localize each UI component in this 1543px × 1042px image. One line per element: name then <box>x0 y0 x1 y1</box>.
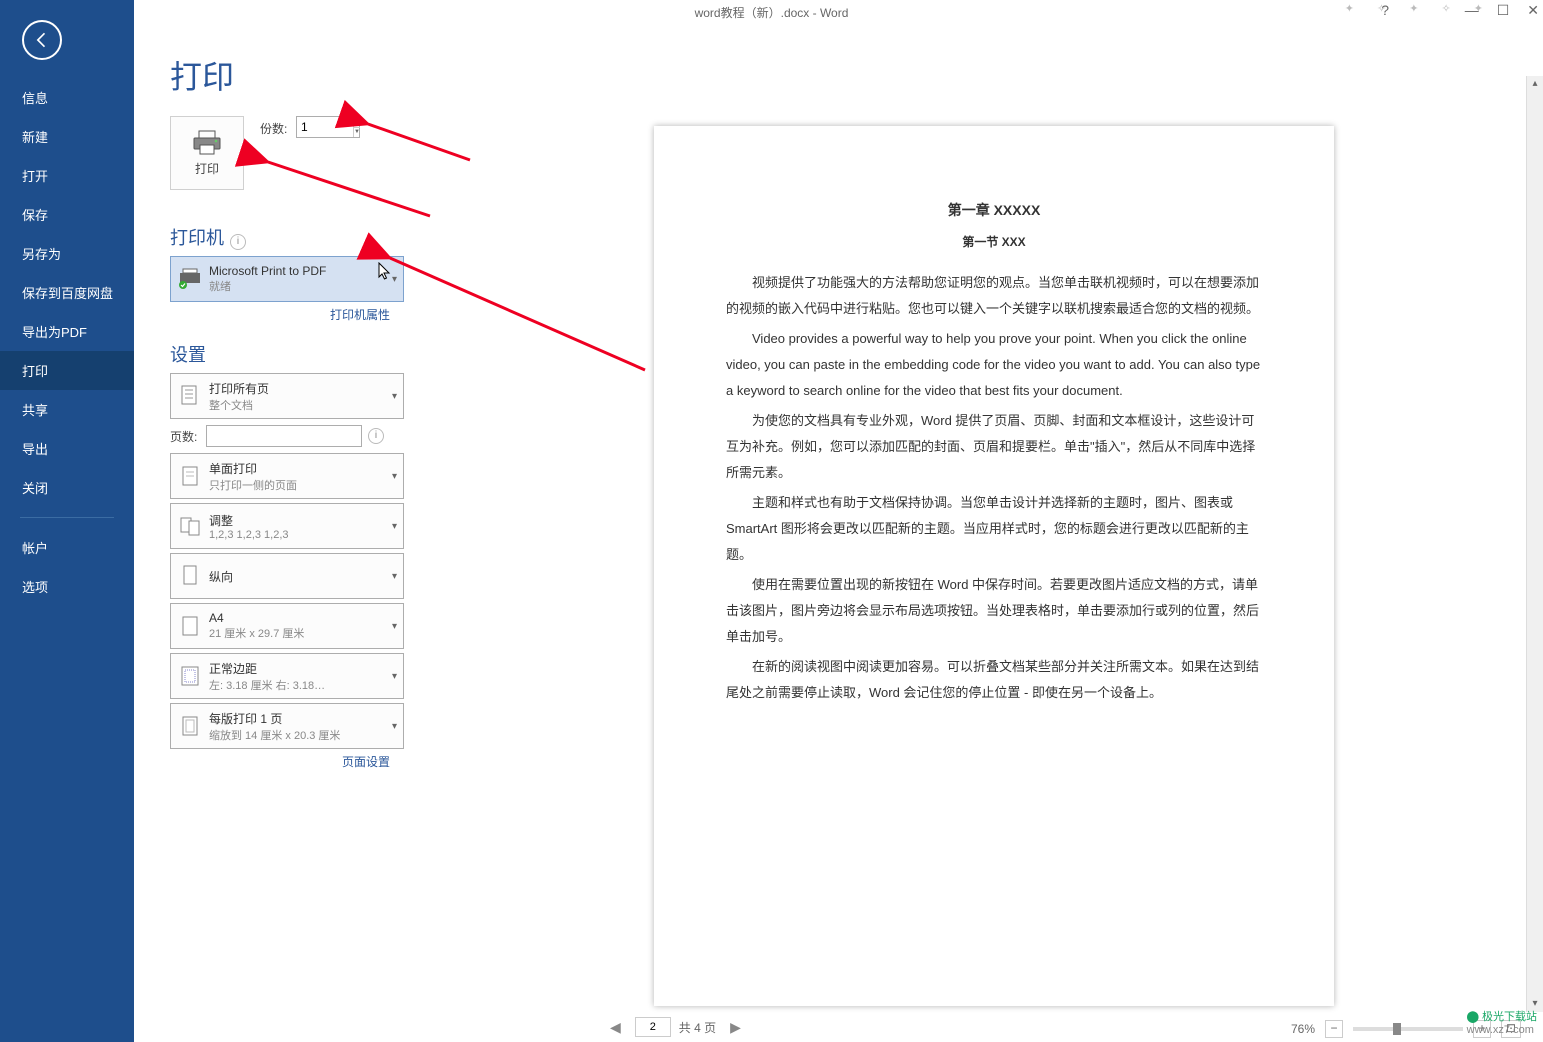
preview-paragraph: 视频提供了功能强大的方法帮助您证明您的观点。当您单击联机视频时，可以在想要添加的… <box>726 270 1262 322</box>
setting-icon <box>177 713 203 739</box>
setting-icon <box>177 663 203 689</box>
preview-paragraph: 在新的阅读视图中阅读更加容易。可以折叠文档某些部分并关注所需文本。如果在达到结尾… <box>726 654 1262 706</box>
chevron-down-icon: ▾ <box>392 391 397 402</box>
preview-paragraph: Video provides a powerful way to help yo… <box>726 326 1262 404</box>
zoom-percent: 76% <box>1291 1022 1315 1036</box>
preview-section-title: 第一节 XXX <box>726 230 1262 254</box>
sidebar-item-导出[interactable]: 导出 <box>0 429 134 468</box>
page-count-text: 共 4 页 <box>679 1019 716 1036</box>
printer-dropdown[interactable]: Microsoft Print to PDF 就绪 ▾ <box>170 256 404 302</box>
content-area: 打印 打印 份数: ▲▼ 打印机i Microsoft Print to PDF… <box>134 24 1543 1042</box>
next-page-button[interactable]: ▶ <box>724 1017 747 1038</box>
setting-dropdown-3[interactable]: A421 厘米 x 29.7 厘米▾ <box>170 603 404 649</box>
chevron-down-icon: ▾ <box>392 571 397 582</box>
setting-dropdown-0[interactable]: 单面打印只打印一侧的页面▾ <box>170 453 404 499</box>
printer-properties-link[interactable]: 打印机属性 <box>170 306 390 323</box>
title-bar: word教程（新）.docx - Word ? — ☐ ✕ ✦ ✧ ✦ ✧ ✦ <box>0 0 1543 24</box>
copies-spinner[interactable]: ▲▼ <box>296 116 360 138</box>
prev-page-button[interactable]: ◀ <box>604 1017 627 1038</box>
sidebar-item-信息[interactable]: 信息 <box>0 78 134 117</box>
close-button[interactable]: ✕ <box>1527 2 1539 19</box>
sidebar-item-帐户[interactable]: 帐户 <box>0 528 134 567</box>
scroll-up-button[interactable]: ▴ <box>1527 76 1543 92</box>
backstage-sidebar: 信息新建打开保存另存为保存到百度网盘导出为PDF打印共享导出关闭 帐户选项 <box>0 0 134 1042</box>
settings-section-title: 设置 <box>170 341 530 367</box>
setting-icon <box>177 463 203 489</box>
pages-label: 页数: <box>170 428 206 445</box>
sidebar-item-保存到百度网盘[interactable]: 保存到百度网盘 <box>0 273 134 312</box>
chevron-down-icon: ▾ <box>392 671 397 682</box>
copies-input[interactable] <box>297 117 353 137</box>
pages-info-icon[interactable]: i <box>368 428 384 444</box>
preview-chapter-title: 第一章 XXXXX <box>726 196 1262 224</box>
vertical-scrollbar[interactable]: ▴ ▾ <box>1526 76 1543 1012</box>
copies-down[interactable]: ▼ <box>354 128 360 138</box>
chevron-down-icon: ▾ <box>392 721 397 732</box>
print-range-dropdown[interactable]: 打印所有页整个文档 ▾ <box>170 373 404 419</box>
printer-ready-icon <box>177 266 203 292</box>
decorative-birds: ✦ ✧ ✦ ✧ ✦ <box>1345 2 1493 15</box>
printer-icon <box>192 130 222 156</box>
setting-icon <box>177 613 203 639</box>
sidebar-item-打开[interactable]: 打开 <box>0 156 134 195</box>
copies-label: 份数: <box>260 120 287 137</box>
setting-dropdown-5[interactable]: 每版打印 1 页缩放到 14 厘米 x 20.3 厘米▾ <box>170 703 404 749</box>
menu-separator <box>20 517 114 518</box>
sidebar-item-选项[interactable]: 选项 <box>0 567 134 606</box>
pages-icon <box>177 383 203 409</box>
sidebar-item-打印[interactable]: 打印 <box>0 351 134 390</box>
setting-dropdown-1[interactable]: 调整1,2,3 1,2,3 1,2,3▾ <box>170 503 404 549</box>
setting-icon <box>177 563 203 589</box>
chevron-down-icon: ▾ <box>392 521 397 532</box>
preview-paragraph: 使用在需要位置出现的新按钮在 Word 中保存时间。若要更改图片适应文档的方式，… <box>726 572 1262 650</box>
preview-paragraph: 主题和样式也有助于文档保持协调。当您单击设计并选择新的主题时，图片、图表或 Sm… <box>726 490 1262 568</box>
sidebar-item-新建[interactable]: 新建 <box>0 117 134 156</box>
sidebar-item-导出为PDF[interactable]: 导出为PDF <box>0 312 134 351</box>
print-preview: 第一章 XXXXX 第一节 XXX 视频提供了功能强大的方法帮助您证明您的观点。… <box>654 126 1334 1006</box>
back-button[interactable] <box>22 20 62 60</box>
setting-dropdown-4[interactable]: 正常边距左: 3.18 厘米 右: 3.18…▾ <box>170 653 404 699</box>
page-navigator: ◀ 共 4 页 ▶ <box>604 1017 747 1038</box>
print-button[interactable]: 打印 <box>170 116 244 190</box>
pages-input[interactable] <box>206 425 362 447</box>
printer-section-title: 打印机i <box>170 224 530 250</box>
watermark: ⬤ 极光下载站www.xz7.com <box>1467 1008 1537 1036</box>
chevron-down-icon: ▾ <box>392 621 397 632</box>
mouse-cursor-icon <box>378 262 392 282</box>
current-page-input[interactable] <box>635 1017 671 1037</box>
setting-icon <box>177 513 203 539</box>
zoom-out-button[interactable]: − <box>1325 1020 1343 1038</box>
page-setup-link[interactable]: 页面设置 <box>170 753 390 770</box>
restore-button[interactable]: ☐ <box>1497 2 1510 19</box>
sidebar-item-关闭[interactable]: 关闭 <box>0 468 134 507</box>
printer-name: Microsoft Print to PDF <box>209 264 388 278</box>
printer-info-icon[interactable]: i <box>230 234 246 250</box>
back-arrow-icon <box>32 30 52 50</box>
printer-status: 就绪 <box>209 278 388 294</box>
sidebar-item-另存为[interactable]: 另存为 <box>0 234 134 273</box>
scroll-track[interactable] <box>1527 92 1543 996</box>
page-title: 打印 <box>170 52 1543 98</box>
setting-dropdown-2[interactable]: 纵向▾ <box>170 553 404 599</box>
preview-paragraph: 为使您的文档具有专业外观，Word 提供了页眉、页脚、封面和文本框设计，这些设计… <box>726 408 1262 486</box>
sidebar-item-共享[interactable]: 共享 <box>0 390 134 429</box>
document-title: word教程（新）.docx - Word <box>0 4 1543 21</box>
chevron-down-icon: ▾ <box>392 274 397 285</box>
zoom-slider[interactable] <box>1353 1027 1463 1031</box>
print-button-label: 打印 <box>195 160 219 177</box>
copies-up[interactable]: ▲ <box>354 117 360 128</box>
sidebar-item-保存[interactable]: 保存 <box>0 195 134 234</box>
zoom-thumb[interactable] <box>1393 1023 1401 1035</box>
chevron-down-icon: ▾ <box>392 471 397 482</box>
